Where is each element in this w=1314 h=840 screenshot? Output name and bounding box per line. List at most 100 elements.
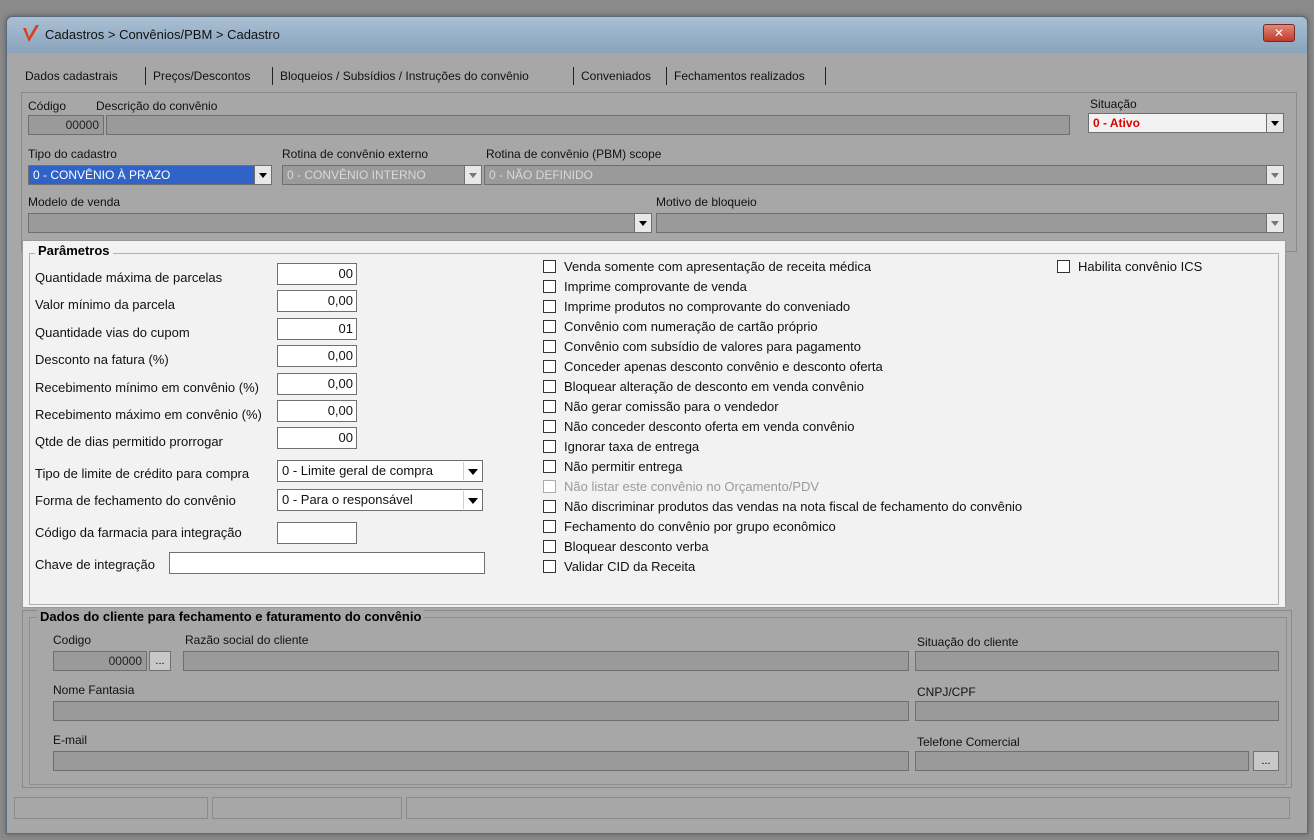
situacao-cliente-field[interactable]	[915, 651, 1279, 671]
tab-precos-descontos[interactable]: Preços/Descontos	[149, 65, 254, 87]
checkbox-icon[interactable]	[543, 520, 556, 533]
checkbox-icon[interactable]	[543, 260, 556, 273]
rotina-externo-select[interactable]: 0 - CONVÊNIO INTERNO	[282, 165, 482, 185]
telefone-field[interactable]	[915, 751, 1249, 771]
window-title: Cadastros > Convênios/PBM > Cadastro	[45, 27, 280, 42]
cliente-lookup-button[interactable]: ...	[149, 651, 171, 671]
checkbox-icon[interactable]	[543, 340, 556, 353]
param-input-valor-minimo[interactable]: 0,00	[277, 290, 357, 312]
email-field[interactable]	[53, 751, 909, 771]
cadastro-panel: Código Descrição do convênio Situação 00…	[21, 92, 1297, 252]
chevron-down-icon[interactable]	[254, 166, 271, 184]
cliente-title: Dados do cliente para fechamento e fatur…	[37, 609, 425, 624]
title-bar: Cadastros > Convênios/PBM > Cadastro ✕	[7, 17, 1307, 53]
chevron-down-icon[interactable]	[463, 491, 481, 509]
motivo-bloqueio-select[interactable]	[656, 213, 1284, 233]
status-cell	[14, 797, 208, 819]
param-input-vias-cupom[interactable]: 01	[277, 318, 357, 340]
chevron-down-icon[interactable]	[1266, 166, 1283, 184]
checkbox-label: Não permitir entrega	[564, 459, 683, 474]
param-input-recebimento-maximo[interactable]: 0,00	[277, 400, 357, 422]
motivo-bloqueio-label: Motivo de bloqueio	[656, 195, 757, 209]
rotina-externo-label: Rotina de convênio externo	[282, 147, 429, 161]
chevron-down-icon[interactable]	[464, 166, 481, 184]
nome-fantasia-field[interactable]	[53, 701, 909, 721]
tipo-limite-value: 0 - Limite geral de compra	[282, 463, 434, 478]
tab-conveniados[interactable]: Conveniados	[577, 65, 655, 87]
telefone-label: Telefone Comercial	[917, 735, 1020, 749]
situacao-value: 0 - Ativo	[1093, 116, 1140, 130]
telefone-lookup-button[interactable]: ...	[1253, 751, 1279, 771]
checkbox-label: Convênio com numeração de cartão próprio	[564, 319, 818, 334]
param-label: Recebimento máximo em convênio (%)	[35, 407, 262, 422]
tipo-cadastro-value: 0 - CONVÊNIO À PRAZO	[33, 168, 171, 182]
checkbox-icon[interactable]	[543, 500, 556, 513]
checkbox-icon[interactable]	[543, 560, 556, 573]
param-input-recebimento-minimo[interactable]: 0,00	[277, 373, 357, 395]
checkbox-icon[interactable]	[543, 360, 556, 373]
situacao-select[interactable]: 0 - Ativo	[1088, 113, 1284, 133]
param-input-dias-prorrogar[interactable]: 00	[277, 427, 357, 449]
parametros-panel: Parâmetros Quantidade máxima de parcelas…	[22, 240, 1286, 608]
checkbox-icon[interactable]	[543, 420, 556, 433]
checkbox-label: Validar CID da Receita	[564, 559, 696, 574]
chevron-down-icon[interactable]	[1266, 214, 1283, 232]
param-label: Desconto na fatura (%)	[35, 352, 169, 367]
nome-fantasia-label: Nome Fantasia	[53, 683, 135, 697]
rotina-pbm-select[interactable]: 0 - NÃO DEFINIDO	[484, 165, 1284, 185]
forma-fechamento-select[interactable]: 0 - Para o responsável	[277, 489, 483, 511]
cliente-codigo-field[interactable]: 00000	[53, 651, 147, 671]
chevron-down-icon[interactable]	[634, 214, 651, 232]
tab-separator	[272, 67, 273, 85]
chevron-down-icon[interactable]	[1266, 114, 1283, 132]
descricao-label: Descrição do convênio	[96, 99, 218, 113]
checkbox-label: Imprime produtos no comprovante do conve…	[564, 299, 851, 314]
param-input-qtd-parcelas[interactable]: 00	[277, 263, 357, 285]
checkbox-label: Ignorar taxa de entrega	[564, 439, 700, 454]
checkbox-label: Convênio com subsídio de valores para pa…	[564, 339, 862, 354]
tab-fechamentos[interactable]: Fechamentos realizados	[670, 65, 809, 87]
tab-separator	[825, 67, 826, 85]
chave-integracao-input[interactable]	[169, 552, 485, 574]
modelo-venda-select[interactable]	[28, 213, 652, 233]
status-cell	[212, 797, 402, 819]
codigo-farmacia-input[interactable]	[277, 522, 357, 544]
checkbox-icon[interactable]	[543, 460, 556, 473]
tab-bloqueios[interactable]: Bloqueios / Subsídios / Instruções do co…	[276, 65, 533, 87]
checkbox-label: Conceder apenas desconto convênio e desc…	[564, 359, 883, 374]
tab-dados-cadastrais[interactable]: Dados cadastrais	[21, 65, 122, 87]
checkbox-label: Imprime comprovante de venda	[564, 279, 747, 294]
codigo-field[interactable]: 00000	[28, 115, 104, 135]
tipo-limite-label: Tipo de limite de crédito para compra	[35, 466, 250, 481]
param-label: Recebimento mínimo em convênio (%)	[35, 380, 259, 395]
checkbox-icon[interactable]	[1057, 260, 1070, 273]
checkbox-icon[interactable]	[543, 320, 556, 333]
checkbox-icon[interactable]	[543, 300, 556, 313]
checkbox-icon[interactable]	[543, 280, 556, 293]
rotina-externo-value: 0 - CONVÊNIO INTERNO	[287, 168, 426, 182]
close-button[interactable]: ✕	[1263, 24, 1295, 42]
param-label: Quantidade máxima de parcelas	[35, 270, 223, 285]
cnpj-field[interactable]	[915, 701, 1279, 721]
email-label: E-mail	[53, 733, 88, 747]
status-bar	[14, 797, 1290, 819]
rotina-pbm-label: Rotina de convênio (PBM) scope	[486, 147, 662, 161]
cnpj-label: CNPJ/CPF	[917, 685, 976, 699]
checkbox-icon[interactable]	[543, 400, 556, 413]
chevron-down-icon[interactable]	[463, 462, 481, 480]
tab-separator	[573, 67, 574, 85]
checkbox-label: Bloquear desconto verba	[564, 539, 709, 554]
checkbox-label: Habilita convênio ICS	[1078, 259, 1203, 274]
tipo-cadastro-select[interactable]: 0 - CONVÊNIO À PRAZO	[28, 165, 272, 185]
checkbox-icon[interactable]	[543, 540, 556, 553]
descricao-field[interactable]	[106, 115, 1070, 135]
tipo-limite-select[interactable]: 0 - Limite geral de compra	[277, 460, 483, 482]
checkbox-icon[interactable]	[543, 440, 556, 453]
parametros-title: Parâmetros	[35, 243, 113, 258]
razao-social-field[interactable]	[183, 651, 909, 671]
tipo-cadastro-label: Tipo do cadastro	[28, 147, 117, 161]
forma-fechamento-label: Forma de fechamento do convênio	[35, 493, 236, 508]
tab-separator	[145, 67, 146, 85]
checkbox-icon[interactable]	[543, 380, 556, 393]
param-input-desconto-fatura[interactable]: 0,00	[277, 345, 357, 367]
